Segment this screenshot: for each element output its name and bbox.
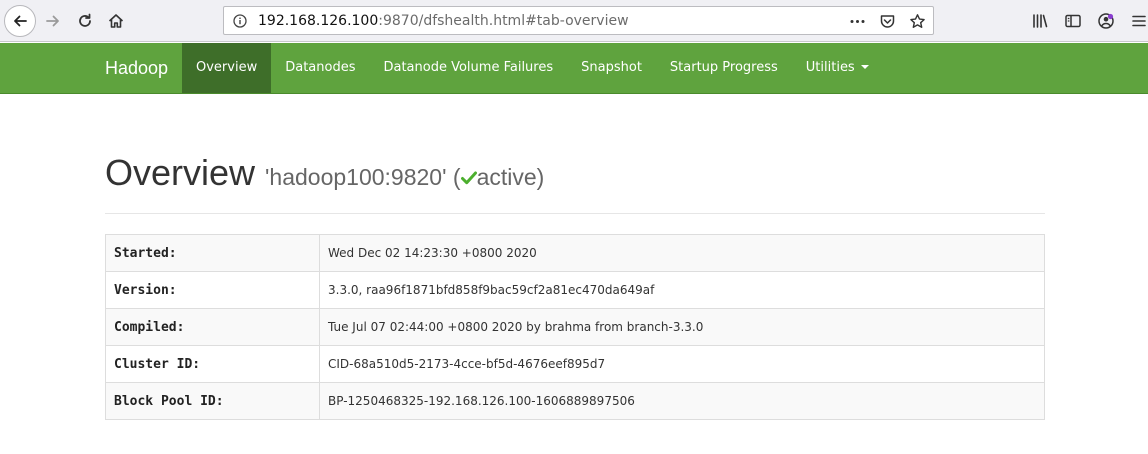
row-key: Version:: [105, 271, 320, 309]
url-bar[interactable]: 192.168.126.100:9870/dfshealth.html#tab-…: [223, 6, 934, 35]
account-button[interactable]: [1096, 11, 1116, 31]
utilities-label: Utilities: [805, 60, 855, 75]
home-button[interactable]: [101, 6, 131, 36]
page-title-text: Overview: [105, 152, 256, 193]
table-row: Version: 3.3.0, raa96f1871bfd858f9bac59c…: [105, 271, 1045, 309]
menu-button[interactable]: [1129, 11, 1148, 31]
bookmark-button[interactable]: [907, 11, 927, 31]
url-host: 192.168.126.100: [258, 12, 379, 29]
brand-link[interactable]: Hadoop: [105, 43, 168, 93]
reload-icon: [79, 13, 91, 27]
hadoop-navbar: Hadoop Overview Datanodes Datanode Volum…: [0, 43, 1148, 94]
row-value: 3.3.0, raa96f1871bfd858f9bac59cf2a81ec47…: [319, 271, 1045, 309]
browser-tools: [1030, 11, 1148, 31]
page-header: Overview 'hadoop100:9820' ( active): [105, 152, 1045, 214]
row-value: CID-68a510d5-2173-4cce-bf5d-4676eef895d7: [319, 345, 1045, 383]
row-key: Started:: [105, 234, 320, 272]
row-value: Wed Dec 02 14:23:30 +0800 2020: [319, 234, 1045, 272]
browser-toolbar: 192.168.126.100:9870/dfshealth.html#tab-…: [0, 0, 1148, 42]
url-path: :9870/dfshealth.html#tab-overview: [378, 12, 629, 29]
caret-down-icon: [860, 64, 869, 69]
overview-table: Started: Wed Dec 02 14:23:30 +0800 2020 …: [105, 234, 1045, 420]
nav-tab-snapshot[interactable]: Snapshot: [567, 43, 656, 93]
namenode-subtitle: 'hadoop100:9820' ( active): [265, 164, 544, 190]
back-icon: [14, 15, 27, 27]
page-actions-button[interactable]: [847, 11, 867, 31]
pocket-icon: [880, 14, 894, 28]
table-row: Compiled: Tue Jul 07 02:44:00 +0800 2020…: [105, 308, 1045, 346]
page-title: Overview 'hadoop100:9820' ( active): [105, 152, 544, 194]
forward-icon: [46, 15, 59, 27]
row-key: Block Pool ID:: [105, 382, 320, 420]
table-row: Cluster ID: CID-68a510d5-2173-4cce-bf5d-…: [105, 345, 1045, 383]
reload-button[interactable]: [70, 6, 100, 36]
sidebar-icon: [1065, 14, 1081, 28]
forward-button[interactable]: [38, 6, 68, 36]
pocket-button[interactable]: [877, 11, 897, 31]
url-actions: [847, 11, 927, 31]
nav-tab-datanodes[interactable]: Datanodes: [271, 43, 369, 93]
namenode-host: 'hadoop100:9820': [265, 164, 447, 190]
sidebar-button[interactable]: [1063, 11, 1083, 31]
nav-tab-startup-progress[interactable]: Startup Progress: [656, 43, 792, 93]
open-paren: (: [452, 164, 461, 190]
row-value: Tue Jul 07 02:44:00 +0800 2020 by brahma…: [319, 308, 1045, 346]
url-text: 192.168.126.100:9870/dfshealth.html#tab-…: [258, 13, 629, 29]
more-icon: [850, 19, 864, 23]
row-value: BP-1250468325-192.168.126.100-1606889897…: [319, 382, 1045, 420]
library-icon: [1033, 14, 1048, 28]
row-key: Compiled:: [105, 308, 320, 346]
row-key: Cluster ID:: [105, 345, 320, 383]
nav-tab-overview[interactable]: Overview: [182, 43, 272, 93]
back-button[interactable]: [4, 5, 36, 37]
menu-icon: [1132, 15, 1146, 27]
table-row: Started: Wed Dec 02 14:23:30 +0800 2020: [105, 234, 1045, 272]
account-icon: [1098, 13, 1114, 29]
nav-menu: Overview Datanodes Datanode Volume Failu…: [182, 43, 883, 93]
home-icon: [108, 14, 124, 28]
namenode-status: active: [476, 164, 537, 190]
table-row: Block Pool ID: BP-1250468325-192.168.126…: [105, 382, 1045, 420]
nav-tab-datanode-volume-failures[interactable]: Datanode Volume Failures: [369, 43, 567, 93]
close-paren: ): [536, 164, 545, 190]
check-icon: [460, 171, 477, 185]
nav-dropdown-utilities[interactable]: Utilities: [792, 43, 883, 93]
library-button[interactable]: [1030, 11, 1050, 31]
bookmark-star-icon: [909, 13, 925, 28]
info-icon[interactable]: [233, 13, 247, 28]
